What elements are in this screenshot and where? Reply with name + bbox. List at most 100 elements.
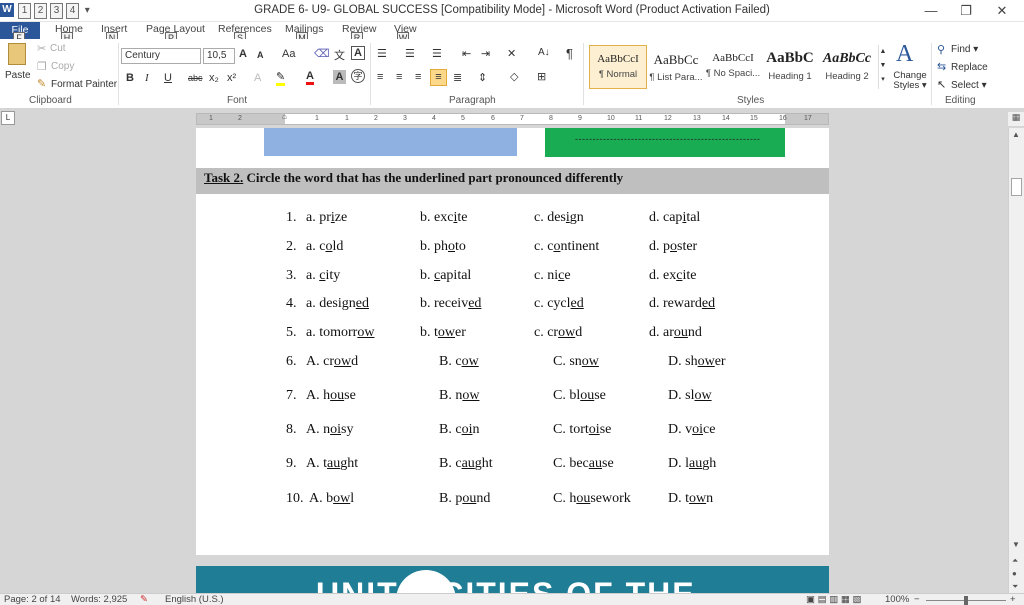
cut-button[interactable]: Cut: [50, 43, 66, 54]
answer-option[interactable]: b. received: [420, 296, 481, 312]
minimize-button[interactable]: —: [914, 0, 948, 22]
grow-font-icon[interactable]: A: [239, 48, 247, 60]
answer-option[interactable]: d. capital: [649, 210, 700, 226]
increase-indent-icon[interactable]: ⇥: [481, 47, 490, 60]
next-page-icon[interactable]: ⏷: [1012, 582, 1018, 592]
answer-option[interactable]: D. shower: [668, 354, 726, 370]
answer-option[interactable]: D. town: [668, 491, 713, 507]
style-list-paragraph[interactable]: AaBbCc ¶ List Para...: [647, 45, 705, 89]
answer-option[interactable]: D. slow: [668, 388, 712, 404]
sort-icon[interactable]: A↓: [538, 47, 550, 58]
answer-option[interactable]: B. caught: [439, 456, 493, 472]
replace-button[interactable]: Replace: [951, 62, 988, 73]
scroll-thumb[interactable]: [1011, 178, 1022, 196]
answer-option[interactable]: A. house: [306, 388, 356, 404]
tab-selector[interactable]: L: [1, 111, 15, 125]
align-center-icon[interactable]: ≡: [396, 71, 402, 83]
superscript-button[interactable]: x²: [227, 72, 236, 84]
zoom-in-button[interactable]: +: [1010, 594, 1016, 605]
restore-button[interactable]: ❐: [949, 0, 983, 22]
scroll-down-icon[interactable]: ▼: [1012, 540, 1020, 549]
proofing-icon[interactable]: ✎: [140, 594, 148, 605]
answer-option[interactable]: a. city: [306, 268, 340, 284]
show-hide-pilcrow-icon[interactable]: ¶: [566, 46, 573, 61]
answer-option[interactable]: c. design: [534, 210, 584, 226]
underline-button[interactable]: U: [164, 72, 172, 84]
answer-option[interactable]: C. snow: [553, 354, 599, 370]
answer-option[interactable]: b. tower: [420, 325, 466, 341]
answer-option[interactable]: d. around: [649, 325, 702, 341]
change-styles-icon[interactable]: A: [896, 41, 913, 68]
view-ruler-toggle[interactable]: ▦: [1008, 112, 1024, 126]
answer-option[interactable]: d. excite: [649, 268, 696, 284]
multilevel-list-icon[interactable]: ☰: [432, 47, 442, 60]
style-no-spacing[interactable]: AaBbCcI ¶ No Spaci...: [704, 45, 762, 89]
styles-gallery-scroll[interactable]: ▲ ▼ ▾: [878, 45, 887, 89]
bullets-icon[interactable]: ☰: [377, 47, 387, 60]
answer-option[interactable]: c. cycled: [534, 296, 584, 312]
close-button[interactable]: ✕: [985, 0, 1019, 22]
select-browse-object-icon[interactable]: ●: [1012, 569, 1017, 578]
answer-option[interactable]: A. crowd: [306, 354, 358, 370]
answer-option[interactable]: B. now: [439, 388, 479, 404]
character-border-icon[interactable]: A: [351, 46, 365, 60]
paste-icon[interactable]: [8, 43, 26, 65]
answer-option[interactable]: c. nice: [534, 268, 571, 284]
answer-option[interactable]: b. excite: [420, 210, 467, 226]
answer-option[interactable]: c. crowd: [534, 325, 582, 341]
style-normal[interactable]: AaBbCcI ¶ Normal: [589, 45, 647, 89]
horizontal-ruler[interactable]: 1 2 1 1 2 3 4 5 6 7 8 9 10 11 12 13 14 15 16 17 ⌂: [196, 112, 829, 125]
answer-option[interactable]: c. continent: [534, 239, 599, 255]
asian-layout-icon[interactable]: ✕: [507, 47, 516, 60]
line-spacing-icon[interactable]: ⇕: [478, 71, 487, 84]
shrink-font-icon[interactable]: A: [257, 50, 264, 60]
style-heading-2[interactable]: AaBbCc Heading 2: [818, 45, 876, 89]
bold-button[interactable]: B: [126, 72, 134, 84]
answer-option[interactable]: a. cold: [306, 239, 343, 255]
zoom-level[interactable]: 100%: [885, 594, 909, 605]
answer-option[interactable]: C. because: [553, 456, 614, 472]
shading-icon[interactable]: ◇: [510, 70, 518, 83]
strikethrough-button[interactable]: abc: [188, 73, 203, 83]
language-indicator[interactable]: English (U.S.): [165, 594, 224, 605]
scroll-up-icon[interactable]: ▲: [1012, 130, 1020, 139]
numbering-icon[interactable]: ☰: [405, 47, 415, 60]
align-right-icon[interactable]: ≡: [415, 71, 421, 83]
answer-option[interactable]: b. capital: [420, 268, 471, 284]
style-heading-1[interactable]: AaBbC Heading 1: [761, 45, 819, 89]
zoom-out-button[interactable]: −: [914, 594, 920, 605]
indent-marker[interactable]: ⌂: [282, 112, 287, 121]
find-button[interactable]: Find ▾: [951, 44, 978, 55]
answer-option[interactable]: A. taught: [306, 456, 358, 472]
distributed-icon[interactable]: ≣: [453, 71, 462, 84]
page-indicator[interactable]: Page: 2 of 14: [4, 594, 61, 605]
answer-option[interactable]: B. coin: [439, 422, 479, 438]
vertical-scrollbar[interactable]: ▲ ▼ ⏶ ● ⏷: [1008, 128, 1024, 593]
enclose-characters-icon[interactable]: 字: [351, 69, 365, 83]
word-count[interactable]: Words: 2,925: [71, 594, 127, 605]
highlight-icon[interactable]: ✎: [276, 70, 286, 86]
zoom-slider-thumb[interactable]: [964, 596, 968, 605]
paste-button[interactable]: Paste: [5, 70, 31, 81]
text-effects-icon[interactable]: A: [254, 72, 261, 84]
font-size-combo[interactable]: 10,5: [203, 48, 235, 64]
answer-option[interactable]: a. tomorrow: [306, 325, 374, 341]
phonetic-guide-icon[interactable]: 文: [334, 47, 345, 63]
answer-option[interactable]: D. laugh: [668, 456, 716, 472]
font-name-combo[interactable]: Century: [121, 48, 201, 64]
justify-icon[interactable]: ≡: [430, 69, 447, 86]
answer-option[interactable]: C. blouse: [553, 388, 606, 404]
document-page[interactable]: ----------------------------------------…: [196, 128, 829, 555]
font-color-icon[interactable]: A: [306, 70, 314, 85]
borders-icon[interactable]: ⊞: [537, 70, 546, 83]
format-painter-button[interactable]: Format Painter: [51, 79, 117, 90]
change-case-button[interactable]: Aa: [282, 48, 295, 60]
answer-option[interactable]: B. pound: [439, 491, 490, 507]
subscript-button[interactable]: x₂: [209, 72, 219, 84]
answer-option[interactable]: C. tortoise: [553, 422, 611, 438]
previous-page-icon[interactable]: ⏶: [1012, 556, 1018, 566]
change-styles-button[interactable]: Change Styles ▾: [892, 71, 928, 91]
answer-option[interactable]: A. bowl: [309, 491, 354, 507]
select-button[interactable]: Select ▾: [951, 80, 987, 91]
answer-option[interactable]: C. housework: [553, 491, 631, 507]
